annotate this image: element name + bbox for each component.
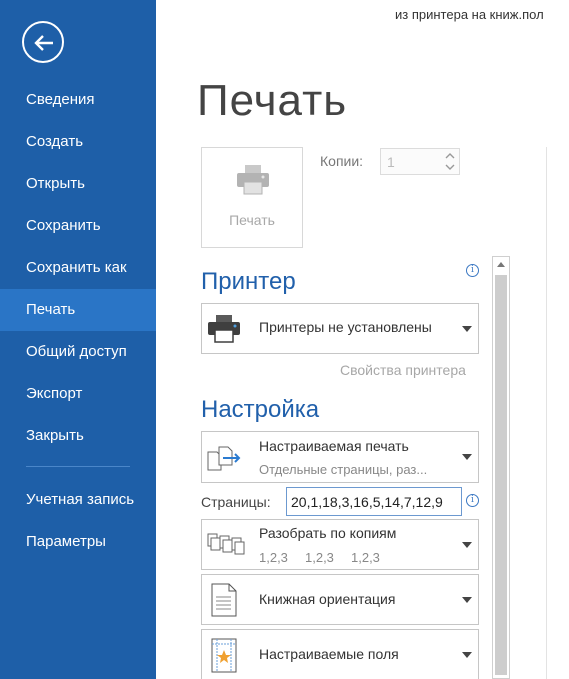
margins-title: Настраиваемые поля — [259, 646, 399, 662]
nav-item-save[interactable]: Сохранить — [0, 205, 156, 247]
collate-set: 1,2,3 — [351, 550, 380, 565]
portrait-page-icon — [211, 583, 237, 617]
print-button-label: Печать — [229, 212, 275, 228]
nav-item-close[interactable]: Закрыть — [0, 415, 156, 457]
print-range-title: Настраиваемая печать — [259, 438, 409, 454]
margins-icon — [211, 638, 237, 673]
chevron-down-icon — [445, 164, 455, 170]
copies-label: Копии: — [320, 153, 364, 169]
nav-item-share[interactable]: Общий доступ — [0, 331, 156, 373]
nav-item-account[interactable]: Учетная запись — [0, 479, 156, 521]
copies-value: 1 — [387, 154, 395, 170]
nav-item-options[interactable]: Параметры — [0, 521, 156, 563]
nav-item-export[interactable]: Экспорт — [0, 373, 156, 415]
copy-pages-icon — [207, 446, 241, 471]
nav-item-new[interactable]: Создать — [0, 121, 156, 163]
collate-icon — [207, 533, 245, 555]
back-button[interactable] — [22, 21, 64, 63]
nav-item-print[interactable]: Печать — [0, 289, 156, 331]
settings-section-title: Настройка — [201, 396, 320, 423]
print-button[interactable]: Печать — [201, 147, 303, 248]
nav-item-save-as[interactable]: Сохранить как — [0, 247, 156, 289]
orientation-title: Книжная ориентация — [259, 591, 396, 607]
chevron-down-icon — [462, 454, 472, 460]
chevron-down-icon — [462, 652, 472, 658]
back-arrow-icon — [34, 35, 53, 51]
orientation-dropdown[interactable]: Книжная ориентация — [201, 574, 479, 625]
scroll-up-arrow-icon — [497, 262, 505, 267]
info-icon[interactable]: i — [466, 494, 479, 507]
chevron-up-icon — [445, 153, 455, 159]
pages-input[interactable]: 20,1,18,3,16,5,14,7,12,9 — [286, 487, 462, 516]
pages-value: 20,1,18,3,16,5,14,7,12,9 — [291, 494, 443, 510]
scroll-thumb[interactable] — [495, 275, 507, 675]
margins-dropdown[interactable]: Настраиваемые поля — [201, 629, 479, 679]
collate-set: 1,2,3 — [259, 550, 288, 565]
backstage-sidebar: Сведения Создать Открыть Сохранить Сохра… — [0, 0, 156, 679]
printer-selected: Принтеры не установлены — [259, 319, 432, 335]
chevron-down-icon — [462, 326, 472, 332]
copies-decrement-button[interactable] — [443, 162, 457, 173]
collate-set: 1,2,3 — [305, 550, 334, 565]
settings-scrollbar[interactable] — [492, 256, 510, 679]
sidebar-divider — [26, 466, 130, 467]
chevron-down-icon — [462, 597, 472, 603]
collate-dropdown[interactable]: Разобрать по копиям 1,2,3 1,2,3 1,2,3 — [201, 519, 479, 570]
print-range-subtitle: Отдельные страницы, раз... — [259, 462, 428, 477]
copies-stepper[interactable]: 1 — [380, 148, 460, 175]
page-title: Печать — [197, 76, 348, 125]
print-range-dropdown[interactable]: Настраиваемая печать Отдельные страницы,… — [201, 431, 479, 483]
collate-title: Разобрать по копиям — [259, 525, 397, 541]
printer-dropdown[interactable]: Принтеры не установлены — [201, 303, 479, 354]
pages-label: Страницы: — [201, 494, 271, 510]
nav-item-open[interactable]: Открыть — [0, 163, 156, 205]
nav-item-info[interactable]: Сведения — [0, 79, 156, 121]
document-title-fragment: из принтера на книж.пол — [395, 7, 544, 22]
chevron-down-icon — [462, 542, 472, 548]
printer-icon — [208, 315, 240, 343]
printer-icon — [237, 165, 269, 195]
copies-increment-button[interactable] — [443, 151, 457, 162]
printer-section-title: Принтер — [201, 268, 296, 295]
scroll-up-button[interactable] — [493, 257, 509, 273]
preview-divider — [546, 147, 547, 679]
info-icon[interactable]: i — [466, 264, 479, 277]
printer-properties-link[interactable]: Свойства принтера — [340, 362, 466, 378]
